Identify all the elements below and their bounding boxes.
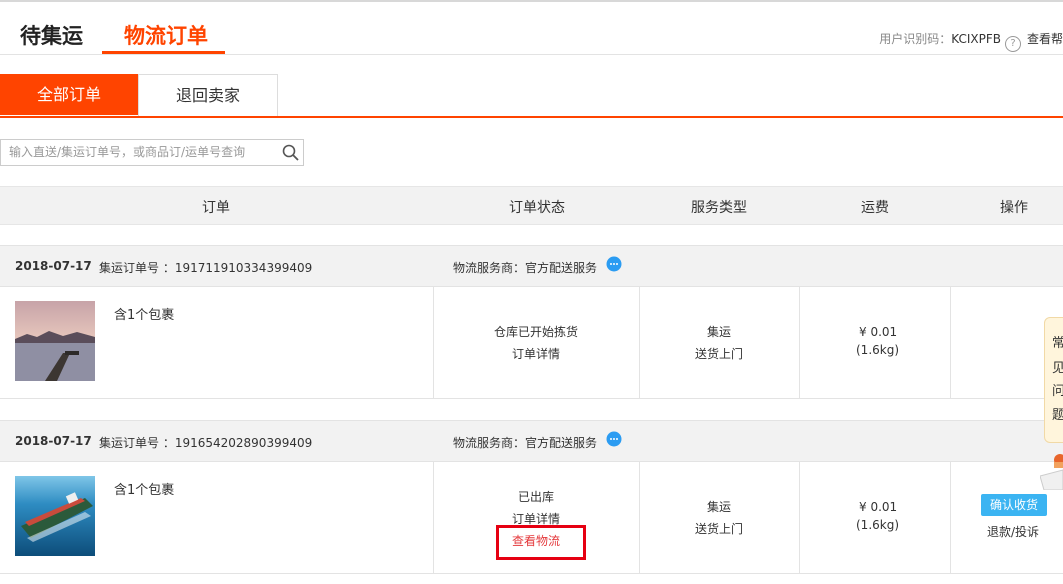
provider-name: 官方配送服务: [525, 436, 598, 450]
order-date: 2018-07-17: [15, 259, 92, 273]
chat-icon[interactable]: [605, 256, 623, 272]
service-type: 集运: [707, 325, 732, 339]
order-header: 2018-07-17 集运订单号 ：191711910334399409 物流服…: [0, 245, 1063, 287]
order-body: 含1个包裹 仓库已开始拣货 订单详情 集运 送货上门 ¥ 0.01 (1.6kg…: [0, 286, 1063, 399]
package-thumbnail-ship[interactable]: [15, 476, 95, 556]
user-id-label: 用户识别码：: [879, 32, 952, 46]
divider: [799, 286, 800, 398]
faq-char: 常: [1052, 336, 1063, 351]
package-count: 含1个包裹: [114, 483, 175, 498]
chat-icon[interactable]: [605, 431, 623, 447]
tab-return-to-seller[interactable]: 退回卖家: [138, 74, 278, 116]
mascot-icon[interactable]: [1040, 448, 1063, 490]
tab-pending-consolidation[interactable]: 待集运: [20, 20, 83, 50]
header-order: 订单: [202, 200, 230, 216]
package-count: 含1个包裹: [114, 308, 175, 323]
order-date: 2018-07-17: [15, 434, 92, 448]
service-type: 集运: [707, 500, 732, 514]
order-status: 仓库已开始拣货: [494, 325, 579, 339]
search-box: [0, 139, 304, 166]
search-input[interactable]: [9, 143, 269, 161]
divider: [433, 286, 434, 398]
faq-panel[interactable]: 常 见 问 题: [1044, 317, 1063, 443]
order-number-value: 191654202890399409: [174, 436, 313, 450]
logistics-provider: 物流服务商：官方配送服务: [453, 259, 597, 276]
order-number: 集运订单号 ：191654202890399409: [99, 434, 312, 451]
header-service: 服务类型: [691, 200, 747, 216]
shipping-fee: ¥ 0.01: [859, 325, 898, 339]
header-fee: 运费: [861, 200, 889, 216]
provider-label: 物流服务商：: [453, 261, 526, 275]
order-header: 2018-07-17 集运订单号 ：191654202890399409 物流服…: [0, 420, 1063, 462]
help-icon[interactable]: ?: [1004, 36, 1021, 52]
divider: [433, 461, 434, 573]
divider: [639, 461, 640, 573]
provider-name: 官方配送服务: [525, 261, 598, 275]
delivery-method: 送货上门: [695, 522, 744, 536]
order-detail-link[interactable]: 订单详情: [512, 345, 560, 362]
divider: [639, 286, 640, 398]
divider: [799, 461, 800, 573]
divider: [950, 286, 951, 398]
faq-char: 问: [1052, 384, 1063, 399]
header-action: 操作: [1000, 200, 1028, 216]
tab-all-orders[interactable]: 全部订单: [0, 74, 138, 115]
package-weight: (1.6kg): [856, 343, 900, 357]
header-status: 订单状态: [509, 200, 565, 216]
divider: [950, 461, 951, 573]
package-weight: (1.6kg): [856, 518, 900, 532]
highlight-box: [496, 525, 586, 560]
order-number-value: 191711910334399409: [174, 261, 313, 275]
user-info: 用户识别码：KCIXPFB? 查看帮: [879, 30, 1063, 52]
provider-label: 物流服务商：: [453, 436, 526, 450]
table-header: 订单 订单状态 服务类型 运费 操作: [0, 186, 1063, 225]
active-tab-indicator: [102, 51, 225, 54]
refund-complaint-link[interactable]: 退款/投诉: [987, 523, 1039, 540]
delivery-method: 送货上门: [695, 347, 744, 361]
user-id-code: KCIXPFB: [951, 32, 1001, 46]
search-icon[interactable]: [281, 143, 301, 163]
view-help-link[interactable]: 查看帮: [1027, 32, 1063, 46]
faq-char: 见: [1052, 361, 1063, 376]
logistics-provider: 物流服务商：官方配送服务: [453, 434, 597, 451]
package-thumbnail-lake[interactable]: [15, 301, 95, 381]
order-number-label: 集运订单号 ：: [99, 261, 175, 275]
main-tabs: 待集运 物流订单 用户识别码：KCIXPFB? 查看帮: [0, 2, 1063, 55]
order-number: 集运订单号 ：191711910334399409: [99, 259, 312, 276]
order-status: 已出库: [518, 490, 555, 504]
confirm-receipt-button[interactable]: 确认收货: [981, 494, 1047, 516]
faq-char: 题: [1052, 408, 1063, 423]
shipping-fee: ¥ 0.01: [859, 500, 898, 514]
tab-divider: [0, 116, 1063, 118]
tab-logistics-orders[interactable]: 物流订单: [124, 20, 208, 50]
order-number-label: 集运订单号 ：: [99, 436, 175, 450]
